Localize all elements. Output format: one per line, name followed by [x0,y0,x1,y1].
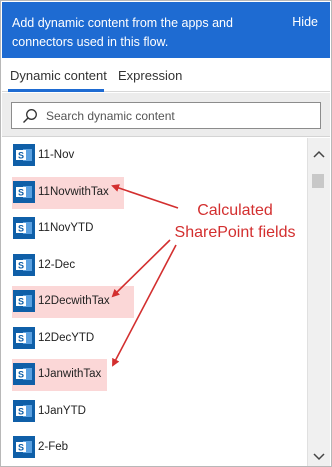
list-item[interactable]: S 2-Feb [2,430,307,466]
search-area [2,93,330,137]
svg-text:S: S [18,151,24,161]
list-item-label: 11-Nov [38,149,75,161]
tab-bar: Dynamic content Expression [2,58,330,92]
search-input[interactable] [46,106,306,126]
list-item-label: 1JanwithTax [38,368,102,380]
scroll-thumb[interactable] [312,174,324,188]
list-item-label: 12-Dec [38,258,76,271]
list-item-label: 1JanYTD [38,404,86,417]
list-item-label: 12DecwithTax [38,295,110,307]
svg-text:S: S [18,187,24,197]
svg-text:S: S [18,333,24,343]
sharepoint-icon: S [13,363,35,385]
svg-text:S: S [18,406,24,416]
header-description: Add dynamic content from the apps and co… [12,16,233,49]
panel-header: Add dynamic content from the apps and co… [2,2,330,58]
tab-dynamic-content[interactable]: Dynamic content [10,68,107,83]
tab-expression[interactable]: Expression [118,68,182,83]
scroll-up-icon[interactable] [313,150,325,158]
svg-text:S: S [18,297,24,307]
sharepoint-icon: S [13,180,35,203]
list-item-label: 11NovYTD [38,222,94,234]
search-icon [23,109,37,123]
sharepoint-icon: S [13,399,35,422]
search-box[interactable] [11,102,321,129]
list-item-label: 11NovwithTax [38,185,109,198]
list-item[interactable]: S 1JanYTD [2,394,307,430]
svg-text:S: S [18,224,24,234]
dynamic-content-list: S 11-Nov S 11NovwithTax S 11NovYTD S 12-Dec S 12D… [2,138,307,466]
scrollbar[interactable] [307,138,330,466]
list-item[interactable]: S 1JanwithTax [2,357,307,393]
sharepoint-icon: S [13,217,35,239]
svg-text:S: S [18,260,24,270]
scroll-down-icon[interactable] [313,453,325,461]
sharepoint-icon: S [13,326,35,349]
svg-text:S: S [18,370,24,380]
sharepoint-icon: S [13,436,35,458]
list-item[interactable]: S 12-Dec [2,248,307,284]
annotation-label: Calculated SharePoint fields [160,200,310,244]
annotation-line-1: Calculated [197,202,273,219]
list-item[interactable]: S 11-Nov [2,138,307,174]
sharepoint-icon: S [13,253,35,276]
list-item-label: 12DecYTD [38,331,95,344]
sharepoint-icon: S [13,144,35,166]
list-item[interactable]: S 12DecwithTax [2,284,307,320]
list-item[interactable]: S 12DecYTD [2,321,307,357]
selected-tab-indicator [8,89,104,92]
svg-text:S: S [18,443,24,453]
annotation-line-2: SharePoint fields [174,224,296,241]
list-item-label: 2-Feb [38,441,69,453]
sharepoint-icon: S [13,290,35,312]
hide-button[interactable]: Hide [292,15,318,29]
